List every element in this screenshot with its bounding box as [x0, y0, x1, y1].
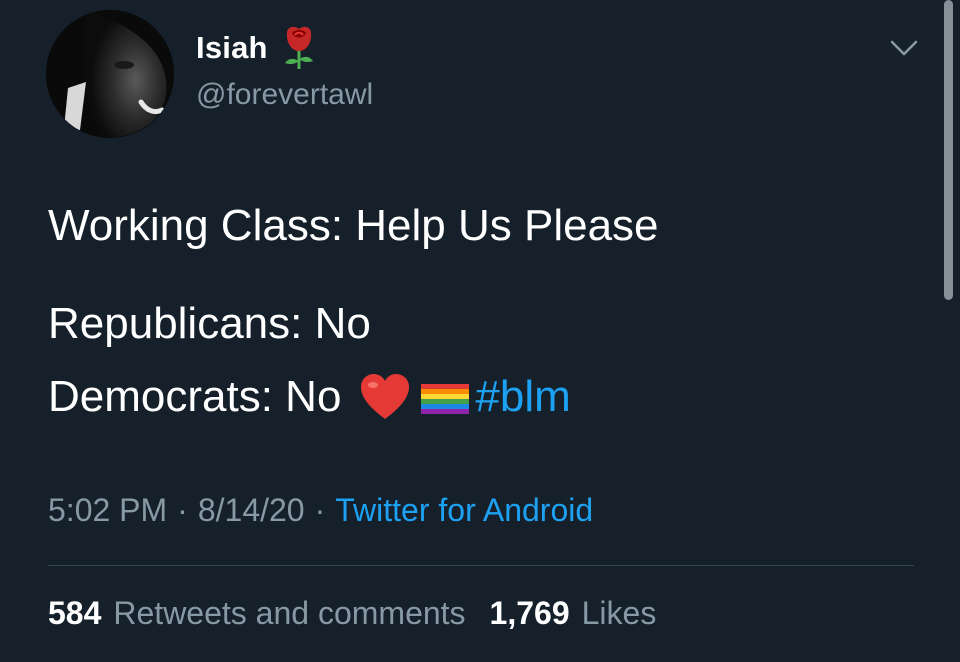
- heart-icon: [359, 373, 411, 421]
- avatar-photo: [46, 10, 174, 138]
- rainbow-flag-icon: [421, 380, 470, 414]
- user-handle[interactable]: @forevertawl: [196, 78, 373, 112]
- retweets-label: Retweets and comments: [113, 595, 466, 631]
- scrollbar[interactable]: [944, 0, 953, 300]
- chevron-down-icon[interactable]: [884, 34, 924, 64]
- retweets-count: 584: [48, 595, 102, 631]
- retweets-stat[interactable]: 584 Retweets and comments: [48, 595, 466, 632]
- tweet-text-line: Working Class: Help Us Please: [48, 201, 659, 250]
- tweet-card: Isiah @forevertawl Working Class: Help U…: [0, 0, 960, 662]
- meta-separator: ·: [177, 492, 188, 528]
- tweet-date[interactable]: 8/14/20: [198, 492, 305, 529]
- tweet-text-line: Republicans: No: [48, 299, 371, 348]
- tweet-source-link[interactable]: Twitter for Android: [335, 492, 593, 529]
- meta-separator: ·: [314, 492, 326, 528]
- rose-icon: [282, 25, 316, 71]
- tweet-stats: 584 Retweets and comments 1,769 Likes: [48, 595, 656, 632]
- hashtag-link[interactable]: #blm: [475, 375, 570, 419]
- tweet-time[interactable]: 5:02 PM: [48, 492, 167, 529]
- likes-count: 1,769: [489, 595, 570, 631]
- tweet-text-line-with-emoji: Democrats: No #blm: [48, 373, 571, 421]
- tweet-meta: 5:02 PM · 8/14/20 · Twitter for Android: [48, 492, 593, 529]
- display-name-row[interactable]: Isiah: [196, 25, 316, 71]
- display-name[interactable]: Isiah: [196, 30, 268, 66]
- avatar[interactable]: [46, 10, 174, 138]
- likes-label: Likes: [581, 595, 657, 631]
- divider: [48, 565, 914, 566]
- tweet-text: Democrats: No: [48, 372, 342, 421]
- likes-stat[interactable]: 1,769 Likes: [490, 595, 657, 632]
